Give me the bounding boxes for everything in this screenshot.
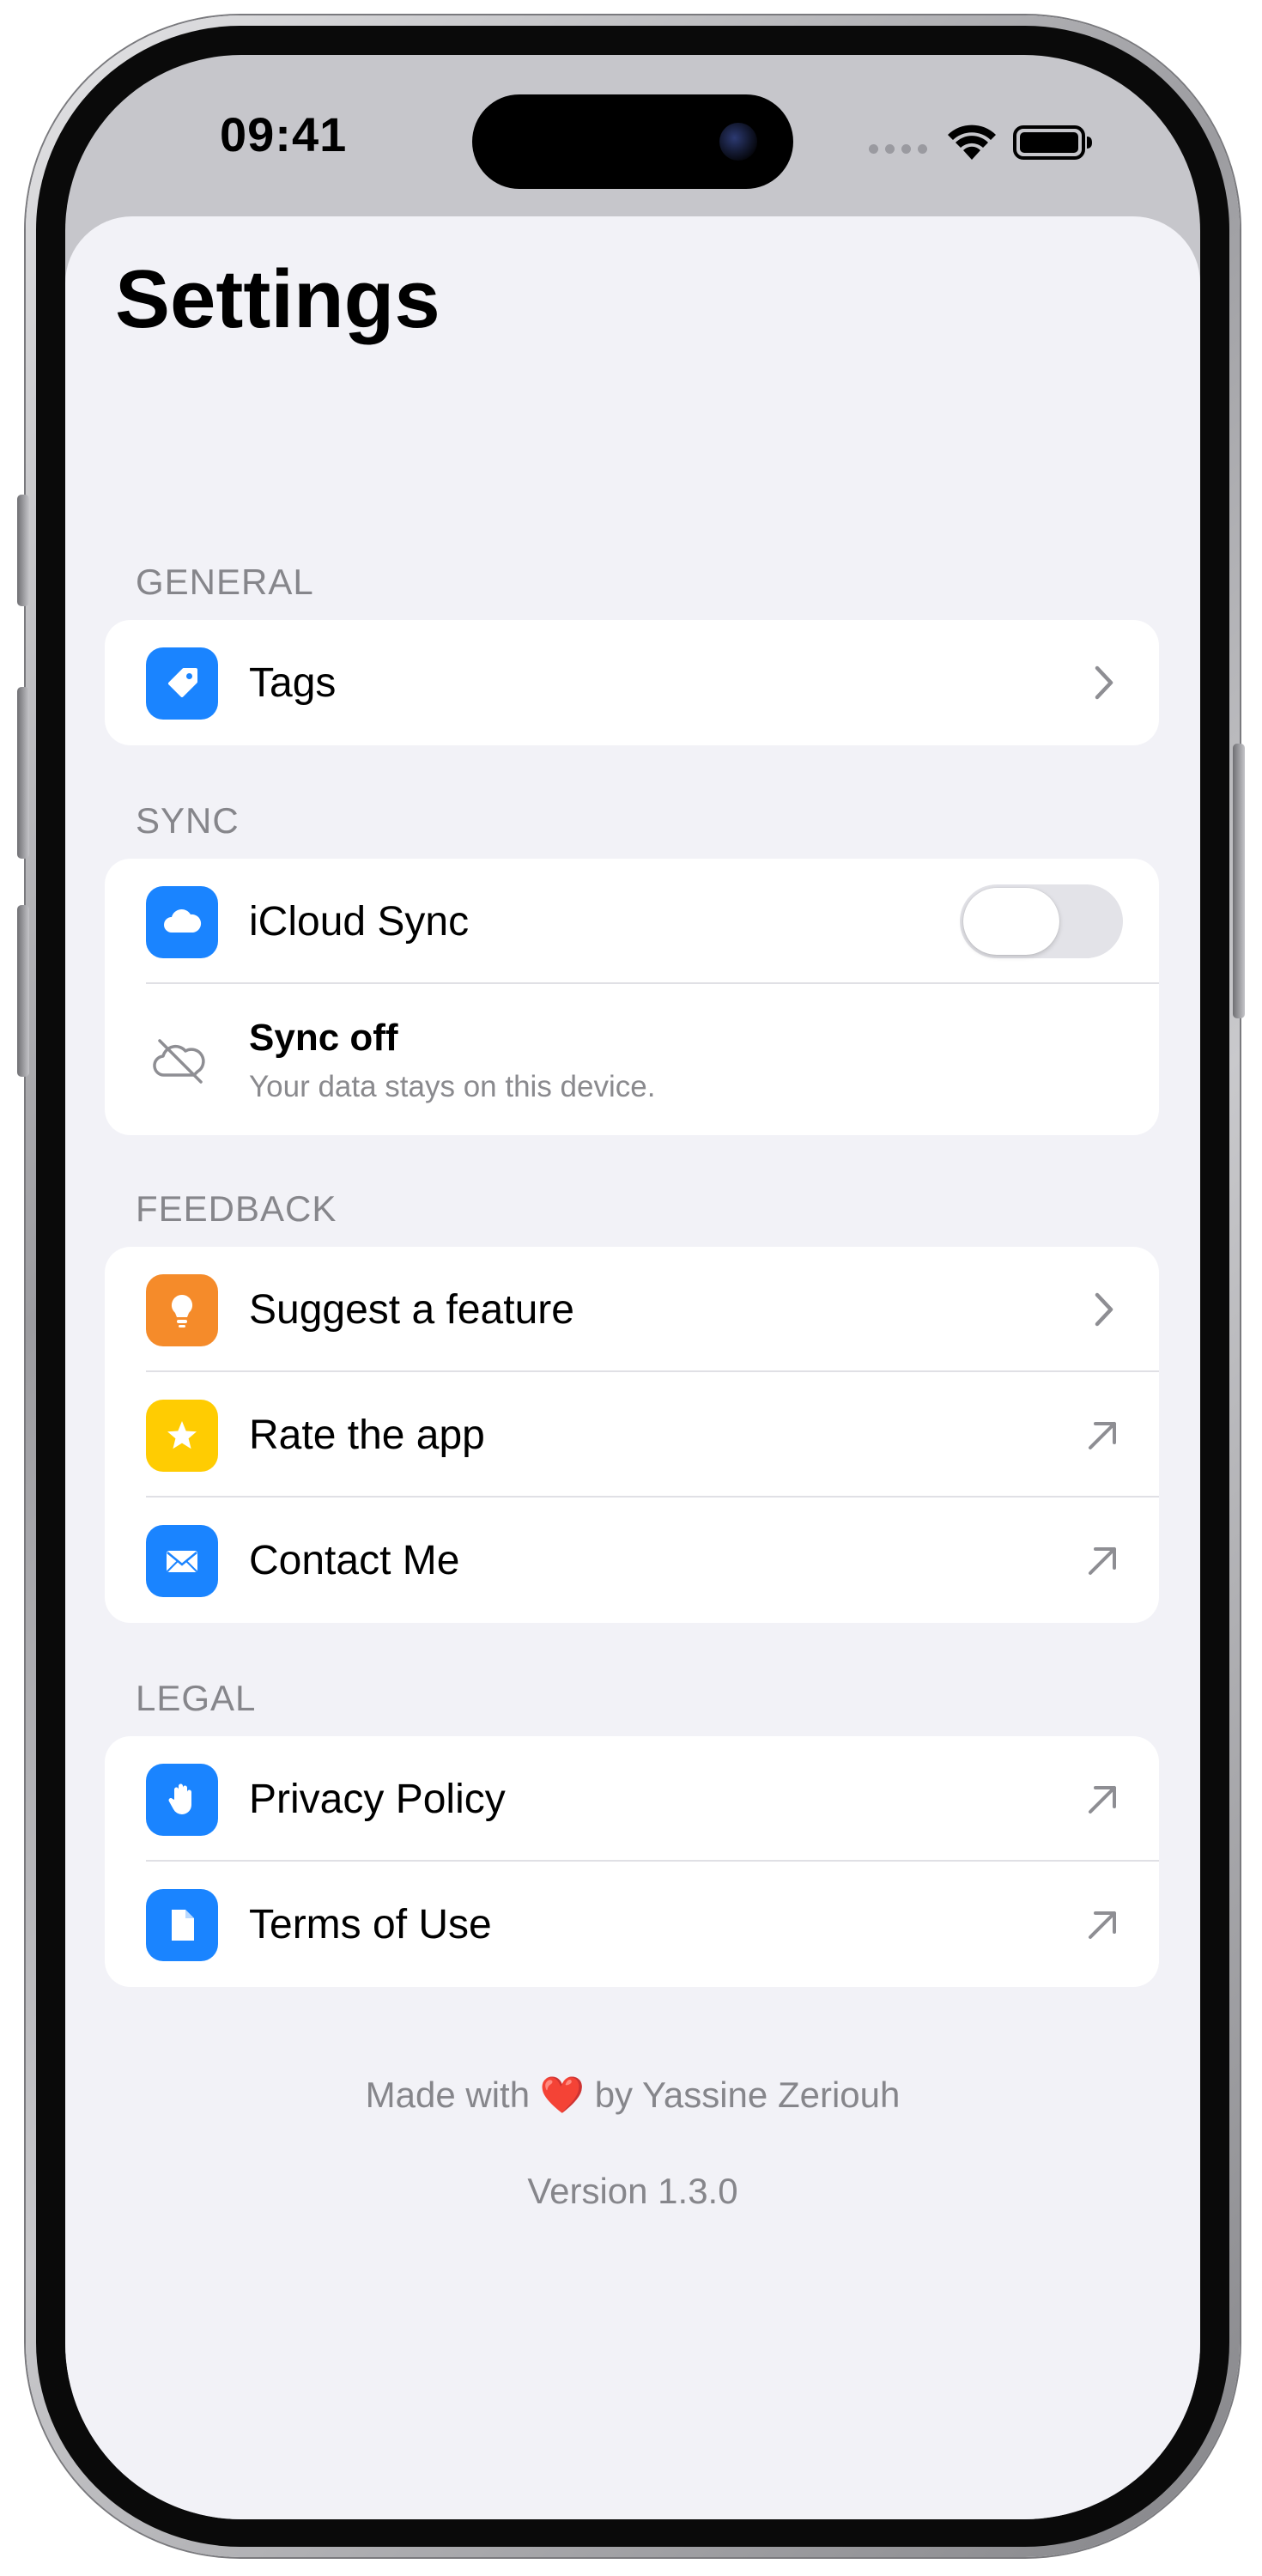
privacy-policy-label: Privacy Policy: [249, 1776, 506, 1822]
tags-row[interactable]: Tags: [105, 620, 1159, 745]
tag-icon: [146, 647, 218, 720]
suggest-feature-label: Suggest a feature: [249, 1286, 574, 1333]
volume-down-button: [17, 905, 29, 1077]
sync-status-title: Sync off: [249, 1017, 398, 1059]
made-with-text: Made with: [365, 2075, 531, 2115]
cloud-off-icon: [153, 1039, 205, 1084]
icloud-sync-row: iCloud Sync: [105, 859, 1159, 984]
rate-app-row[interactable]: Rate the app: [105, 1372, 1159, 1498]
suggest-feature-row[interactable]: Suggest a feature: [105, 1247, 1159, 1372]
external-link-arrow-icon: [1089, 1547, 1116, 1575]
author-text: by Yassine Zeriouh: [594, 2075, 901, 2115]
status-time: 09:41: [220, 107, 348, 161]
volume-up-button: [17, 687, 29, 859]
cloud-icon: [146, 886, 218, 958]
external-link-arrow-icon: [1089, 1422, 1116, 1449]
feedback-card: Suggest a feature Rate the app Contact M…: [105, 1247, 1159, 1623]
hand-icon: [146, 1764, 218, 1836]
sync-status-row: Sync off Your data stays on this device.: [105, 984, 1159, 1135]
footer-credit: Made with ❤️ by Yassine Zeriouh: [65, 2075, 1200, 2117]
page-title: Settings: [115, 253, 440, 345]
app-version: Version 1.3.0: [527, 2171, 738, 2211]
terms-of-use-label: Terms of Use: [249, 1901, 492, 1947]
section-header-general: GENERAL: [136, 562, 314, 602]
privacy-policy-row[interactable]: Privacy Policy: [105, 1736, 1159, 1862]
cellular-signal-icon: [869, 144, 927, 154]
section-header-legal: LEGAL: [136, 1678, 257, 1718]
power-button: [1233, 744, 1245, 1018]
section-header-sync: SYNC: [136, 800, 240, 841]
dynamic-island: [472, 94, 793, 189]
lightbulb-icon: [146, 1274, 218, 1346]
envelope-icon: [146, 1525, 218, 1597]
icloud-sync-label: iCloud Sync: [249, 898, 470, 945]
chevron-right-icon: [1095, 1292, 1113, 1327]
wifi-icon: [948, 125, 996, 160]
sync-status-subtitle: Your data stays on this device.: [249, 1070, 656, 1103]
rate-app-label: Rate the app: [249, 1412, 485, 1458]
contact-me-row[interactable]: Contact Me: [105, 1498, 1159, 1623]
external-link-arrow-icon: [1089, 1911, 1116, 1939]
chevron-right-icon: [1095, 665, 1113, 700]
heart-icon: ❤️: [539, 2075, 585, 2115]
document-icon: [146, 1889, 218, 1961]
contact-me-label: Contact Me: [249, 1537, 460, 1583]
legal-card: Privacy Policy Terms of Use: [105, 1736, 1159, 1987]
external-link-arrow-icon: [1089, 1786, 1116, 1814]
screen: 09:41 Settings GENERAL Tags SYNC iCloud …: [65, 55, 1200, 2519]
general-card: Tags: [105, 620, 1159, 745]
section-header-feedback: FEEDBACK: [136, 1188, 337, 1229]
terms-of-use-row[interactable]: Terms of Use: [105, 1862, 1159, 1987]
front-camera: [719, 123, 757, 161]
battery-icon: [1013, 125, 1092, 160]
tags-label: Tags: [249, 659, 337, 706]
toggle-knob: [963, 888, 1059, 955]
star-icon: [146, 1400, 218, 1472]
icloud-sync-toggle[interactable]: [960, 884, 1123, 958]
sync-card: iCloud Sync Sync off Your data stays on …: [105, 859, 1159, 1135]
action-button: [17, 495, 29, 606]
